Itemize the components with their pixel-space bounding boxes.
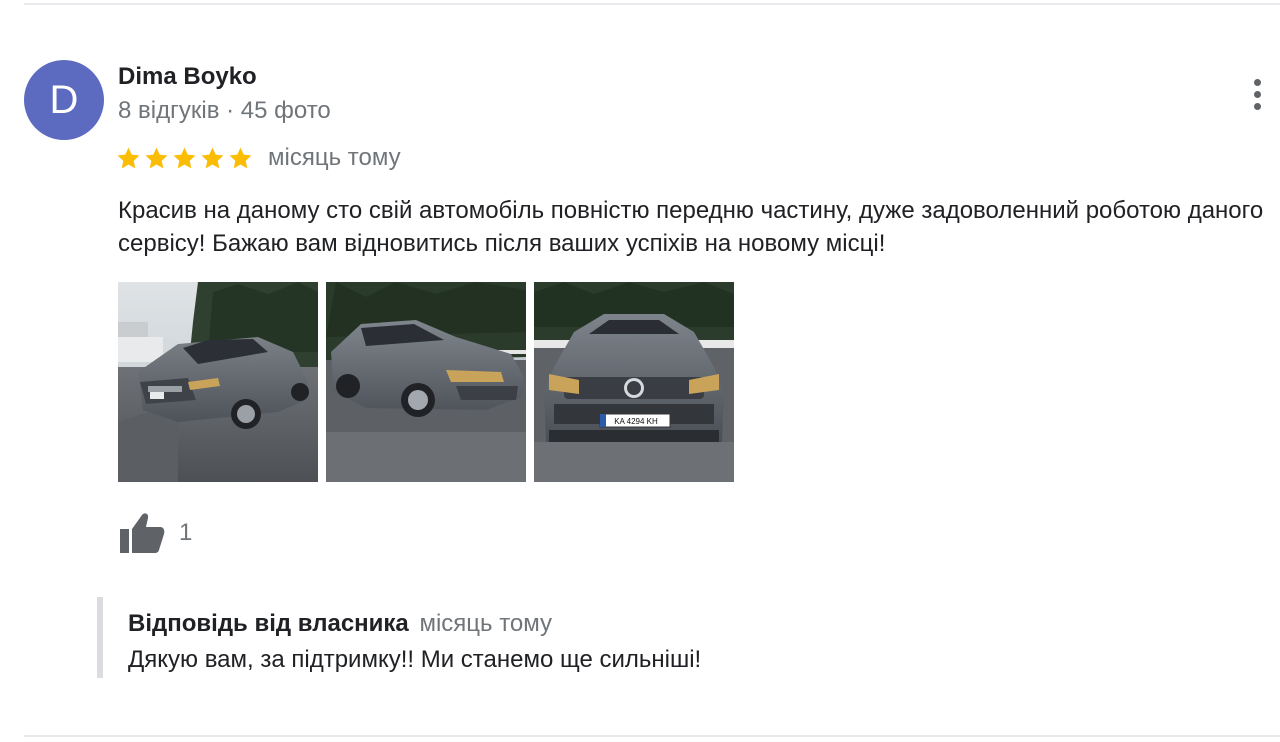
star-icon [229,147,252,168]
thumb-up-icon[interactable] [118,511,166,555]
top-divider [24,3,1280,5]
owner-reply-title: Відповідь від власника [128,610,409,637]
author-name[interactable]: Dima Boyko [118,62,257,92]
more-vert-icon-dot [1254,91,1261,98]
rating-row: місяць тому [116,140,401,176]
review-photo-1[interactable] [118,282,318,482]
owner-reply-time: місяць тому [419,610,553,637]
review-photo-3[interactable]: KA 4294 KH [534,282,734,482]
author-meta: 8 відгуків · 45 фото [118,97,331,124]
review-text: Красив на даному сто свій автомобіль пов… [118,197,1264,257]
photo-gallery: KA 4294 KH [118,282,734,482]
star-icon [173,147,196,168]
avatar[interactable]: D [24,60,104,140]
star-rating [116,146,253,171]
more-vert-icon [1254,79,1261,86]
review-time: місяць тому [268,144,401,171]
owner-reply-text: Дякую вам, за підтримку!! Ми станемо ще … [128,646,702,673]
more-vert-icon-dot [1254,103,1261,110]
star-icon [145,147,168,168]
like-row: 1 [118,508,192,558]
more-options-button[interactable] [1240,74,1276,114]
star-icon [201,147,224,168]
like-count: 1 [179,519,193,546]
owner-reply: Відповідь від власника місяць тому Дякую… [97,597,1103,678]
owner-reply-header: Відповідь від власника місяць тому [128,609,552,639]
bottom-divider [24,735,1280,737]
plate-text: KA 4294 KH [614,417,658,426]
star-icon [117,147,140,168]
review-photo-2[interactable] [326,282,526,482]
review-card: D Dima Boyko 8 відгуків · 45 фото місяць… [0,0,1280,742]
